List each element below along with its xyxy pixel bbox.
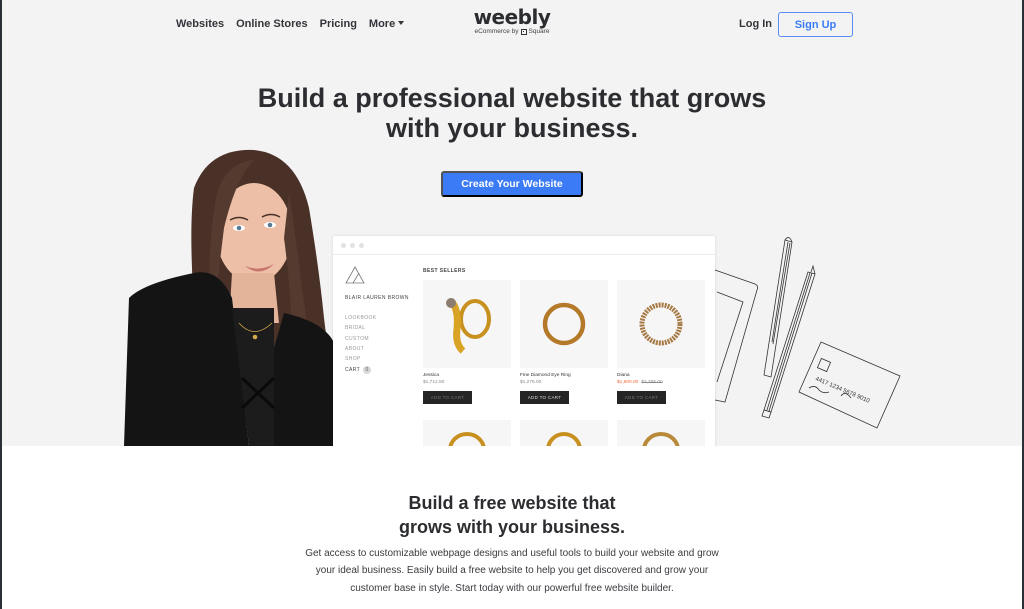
product-card[interactable]: Diana $1,900.00 $2,295.00 ADD TO CART bbox=[617, 280, 705, 404]
section2-title-line1: Build a free website that bbox=[408, 493, 616, 513]
person-photo bbox=[124, 149, 339, 446]
hero-title-line1: Build a professional website that grows bbox=[257, 83, 767, 113]
ring-icon bbox=[639, 302, 683, 346]
weebly-logo[interactable]: weebly eCommerce by Square bbox=[472, 6, 552, 35]
nav-online-stores[interactable]: Online Stores bbox=[236, 18, 308, 30]
hero-section: Websites Online Stores Pricing More weeb… bbox=[0, 0, 1024, 446]
nav-pricing[interactable]: Pricing bbox=[320, 18, 357, 30]
logo-tagline-brand: Square bbox=[528, 28, 550, 35]
main-nav: Websites Online Stores Pricing More bbox=[176, 18, 405, 30]
window-dot-icon bbox=[350, 242, 355, 248]
cart-count-badge: 0 bbox=[363, 366, 372, 375]
product-card[interactable] bbox=[520, 420, 608, 446]
product-name: Fine Diamond Eye Ring bbox=[520, 373, 571, 378]
logo-tagline-prefix: eCommerce by bbox=[474, 28, 519, 35]
product-name: Diana bbox=[617, 373, 630, 378]
add-to-cart-button[interactable]: ADD TO CART bbox=[423, 391, 472, 404]
window-dot-icon bbox=[359, 242, 364, 248]
product-name: Jessica bbox=[423, 373, 439, 378]
store-mockup-window: BLAIR LAUREN BROWN LOOKBOOK BRIDAL CUSTO… bbox=[333, 236, 715, 446]
ring-icon bbox=[542, 302, 586, 346]
product-image bbox=[423, 280, 511, 368]
product-image bbox=[617, 280, 705, 368]
ring-icon bbox=[546, 432, 582, 446]
nav-more-label: More bbox=[368, 18, 396, 30]
ring-icon bbox=[642, 432, 680, 446]
create-website-button[interactable]: Create Your Website bbox=[441, 171, 583, 197]
section2-title-line2: grows with your business. bbox=[398, 517, 626, 537]
mockup-titlebar bbox=[333, 236, 715, 255]
add-to-cart-button[interactable]: ADD TO CART bbox=[617, 391, 666, 404]
product-original-price: $2,295.00 bbox=[641, 380, 663, 385]
window-border-left bbox=[0, 0, 2, 609]
mockup-menu: LOOKBOOK BRIDAL CUSTOM ABOUT SHOP CART 0 bbox=[345, 315, 415, 377]
ring-icon bbox=[448, 432, 486, 446]
product-card[interactable] bbox=[423, 420, 511, 446]
sketch-illustration: 4417 1234 5678 9010 bbox=[714, 237, 901, 429]
mockup-menu-about[interactable]: ABOUT bbox=[345, 346, 415, 356]
login-link[interactable]: Log In bbox=[739, 18, 772, 30]
product-card[interactable]: Jessica $1,712.50 ADD TO CART bbox=[423, 280, 511, 404]
section2-title: Build a free website that grows with you… bbox=[0, 491, 1024, 539]
product-card[interactable] bbox=[617, 420, 705, 446]
mockup-sidebar: BLAIR LAUREN BROWN LOOKBOOK BRIDAL CUSTO… bbox=[345, 266, 415, 377]
product-image bbox=[617, 420, 705, 446]
product-price: $1,275.00 bbox=[520, 380, 542, 385]
square-logo-icon bbox=[520, 28, 527, 35]
best-sellers-heading: BEST SELLERS bbox=[423, 268, 466, 274]
mockup-menu-lookbook[interactable]: LOOKBOOK bbox=[345, 315, 415, 325]
nav-more[interactable]: More bbox=[368, 18, 405, 30]
nav-websites[interactable]: Websites bbox=[176, 18, 224, 30]
logo-wordmark: weebly bbox=[473, 5, 551, 29]
product-card[interactable]: Fine Diamond Eye Ring $1,275.00 ADD TO C… bbox=[520, 280, 608, 404]
add-to-cart-button[interactable]: ADD TO CART bbox=[520, 391, 569, 404]
product-price-block: $1,900.00 $2,295.00 bbox=[617, 380, 705, 385]
mockup-menu-custom[interactable]: CUSTOM bbox=[345, 336, 415, 346]
hero-title: Build a professional website that grows … bbox=[0, 83, 1024, 143]
signup-button[interactable]: Sign Up bbox=[778, 12, 853, 37]
tablet-sketch-icon bbox=[714, 269, 759, 403]
mockup-menu-cart[interactable]: CART 0 bbox=[345, 366, 415, 376]
product-image bbox=[520, 420, 608, 446]
mockup-brand-name: BLAIR LAUREN BROWN bbox=[345, 295, 409, 301]
mockup-menu-shop[interactable]: SHOP bbox=[345, 356, 415, 366]
section2-body: Get access to customizable webpage desig… bbox=[305, 548, 719, 594]
mountain-logo-icon bbox=[345, 266, 365, 284]
window-dot-icon bbox=[341, 242, 346, 248]
credit-card-sketch-icon: 4417 1234 5678 9010 bbox=[798, 341, 901, 429]
product-price: $1,712.50 bbox=[423, 380, 445, 385]
mockup-menu-bridal[interactable]: BRIDAL bbox=[345, 325, 415, 335]
logo-tagline: eCommerce by Square bbox=[472, 28, 552, 35]
mockup-cart-label: CART bbox=[345, 367, 361, 374]
pen-sketch-icon bbox=[763, 237, 793, 378]
pencil-sketch-icon bbox=[761, 264, 816, 419]
product-image bbox=[520, 280, 608, 368]
ring-icon bbox=[446, 298, 491, 354]
hero-title-line2: with your business. bbox=[385, 113, 639, 143]
caret-down-icon bbox=[398, 21, 405, 25]
product-sale-price: $1,900.00 bbox=[617, 380, 639, 385]
card-number: 4417 1234 5678 9010 bbox=[814, 376, 871, 405]
product-image bbox=[423, 420, 511, 446]
